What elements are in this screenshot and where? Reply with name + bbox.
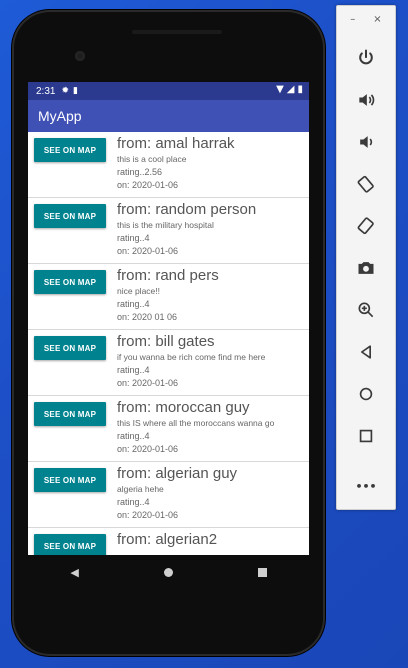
item-date: on: 2020-01-06 (117, 444, 179, 454)
see-on-map-button[interactable]: SEE ON MAP (34, 402, 106, 426)
app-bar: MyApp (28, 100, 309, 132)
see-on-map-button[interactable]: SEE ON MAP (34, 468, 106, 492)
zoom-button[interactable] (337, 292, 395, 328)
minimize-button[interactable]: – (350, 14, 355, 25)
volume-down-icon (360, 136, 373, 148)
list-item: SEE ON MAP from: algerian2 (28, 528, 309, 555)
item-description: nice place!! (117, 286, 160, 296)
list-item: SEE ON MAP from: rand pers nice place!! … (28, 264, 309, 330)
volume-up-button[interactable] (337, 82, 395, 118)
camera-icon (358, 262, 374, 274)
emulator-toolbar: – × ••• (336, 5, 396, 510)
item-from: from: algerian guy (117, 465, 238, 482)
nav-home-icon[interactable] (163, 567, 173, 577)
item-description: this is the military hospital (117, 220, 214, 230)
nav-overview-icon[interactable] (257, 567, 267, 577)
settings-icon: ✹ (61, 86, 70, 96)
device-screen: 2:31 ✹ ▮ ▼ ◢ ▮ MyApp SEE ON MAP from: am… (28, 82, 309, 555)
more-icon: ••• (355, 479, 377, 493)
item-from: from: rand pers (117, 267, 219, 284)
see-on-map-button[interactable]: SEE ON MAP (34, 336, 106, 360)
overview-button[interactable] (337, 418, 395, 454)
home-icon (359, 387, 373, 401)
see-on-map-button[interactable]: SEE ON MAP (34, 534, 106, 555)
rotate-right-icon (357, 217, 374, 235)
item-date: on: 2020-01-06 (117, 246, 179, 256)
volume-down-button[interactable] (337, 124, 395, 160)
item-date: on: 2020-01-06 (117, 180, 179, 190)
rotate-right-button[interactable] (337, 208, 395, 244)
see-on-map-button[interactable]: SEE ON MAP (34, 204, 106, 228)
wifi-icon: ▼ (276, 84, 284, 95)
item-rating: rating..2.56 (117, 167, 163, 177)
list-item: SEE ON MAP from: amal harrak this is a c… (28, 132, 309, 198)
power-icon (359, 49, 373, 65)
item-date: on: 2020-01-06 (117, 378, 179, 388)
list-item: SEE ON MAP from: random person this is t… (28, 198, 309, 264)
item-description: algeria hehe (117, 484, 164, 494)
rotate-left-button[interactable] (337, 166, 395, 202)
back-button[interactable] (337, 334, 395, 370)
speaker (132, 30, 222, 34)
battery-icon: ▮ (297, 84, 303, 95)
list-item: SEE ON MAP from: bill gates if you wanna… (28, 330, 309, 396)
see-on-map-button[interactable]: SEE ON MAP (34, 270, 106, 294)
item-rating: rating..4 (117, 431, 150, 441)
status-time: 2:31 (36, 85, 56, 97)
home-button[interactable] (337, 376, 395, 412)
item-rating: rating..4 (117, 365, 150, 375)
item-rating: rating..4 (117, 233, 150, 243)
power-button[interactable] (337, 40, 395, 76)
rotate-left-icon (357, 175, 374, 193)
item-from: from: random person (117, 201, 257, 218)
sd-card-icon: ▮ (73, 86, 78, 96)
see-on-map-button[interactable]: SEE ON MAP (34, 138, 106, 162)
item-date: on: 2020 01 06 (117, 312, 178, 322)
screenshot-button[interactable] (337, 250, 395, 286)
item-date: on: 2020-01-06 (117, 510, 179, 520)
item-description: this IS where all the moroccans wanna go (117, 418, 275, 428)
front-camera (75, 51, 85, 61)
overview-icon (359, 429, 373, 443)
item-description: if you wanna be rich come find me here (117, 352, 266, 362)
toolbar-window-controls: – × (337, 6, 395, 32)
nav-back-icon[interactable]: ◀ (70, 566, 78, 579)
status-icons: ▼ ◢ ▮ (276, 84, 303, 95)
system-nav-bar: ◀ (28, 555, 309, 589)
signal-icon: ◢ (286, 84, 295, 95)
item-from: from: moroccan guy (117, 399, 250, 416)
close-button[interactable]: × (373, 14, 381, 25)
item-description: this is a cool place (117, 154, 187, 164)
item-from: from: amal harrak (117, 135, 235, 152)
volume-up-icon (359, 94, 375, 106)
more-button[interactable]: ••• (337, 468, 395, 504)
zoom-icon (358, 302, 374, 318)
places-list[interactable]: SEE ON MAP from: amal harrak this is a c… (28, 132, 309, 555)
back-icon (361, 345, 371, 359)
item-from: from: bill gates (117, 333, 215, 350)
list-item: SEE ON MAP from: moroccan guy this IS wh… (28, 396, 309, 462)
item-rating: rating..4 (117, 299, 150, 309)
app-title: MyApp (38, 108, 82, 124)
item-from: from: algerian2 (117, 531, 218, 548)
list-item: SEE ON MAP from: algerian guy algeria he… (28, 462, 309, 528)
status-bar: 2:31 ✹ ▮ ▼ ◢ ▮ (28, 82, 309, 100)
item-rating: rating..4 (117, 497, 150, 507)
